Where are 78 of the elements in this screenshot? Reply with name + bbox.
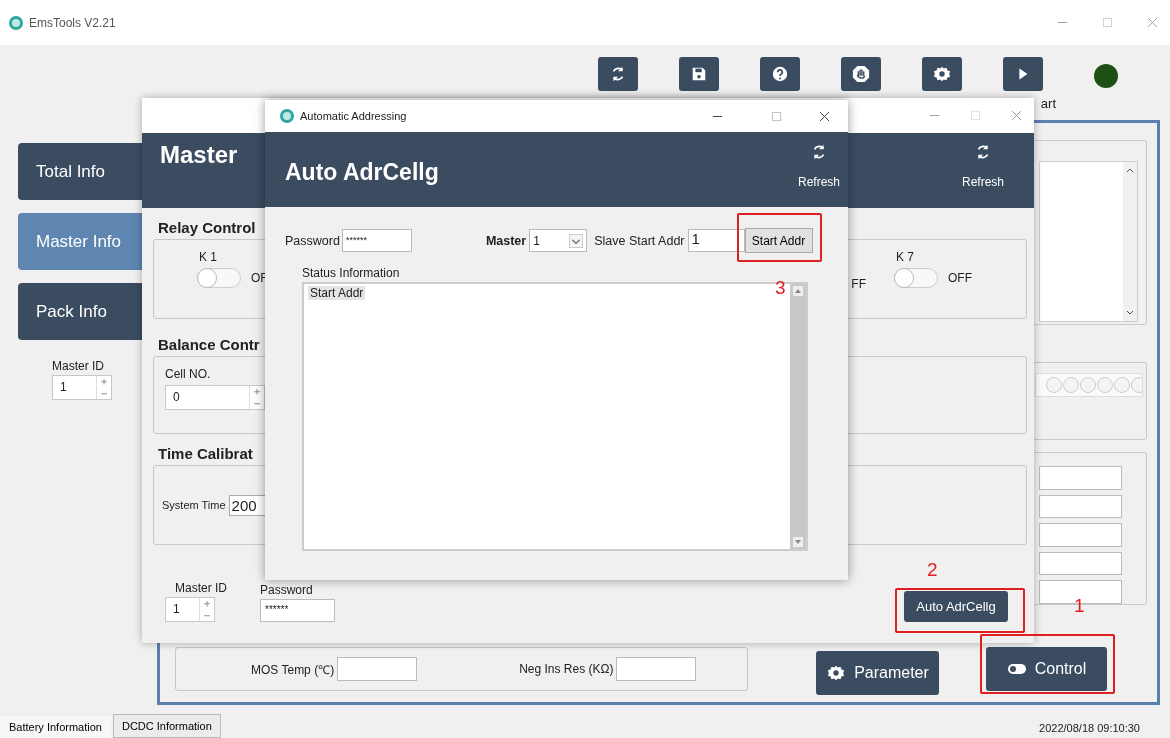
section-heading: Time Calibrat <box>158 444 253 464</box>
refresh-button[interactable]: Refresh <box>797 132 840 207</box>
window-title: Automatic Addressing <box>300 110 407 122</box>
date-time: 2022/08/18 09:10:30 <box>1039 722 1140 734</box>
start-address-button[interactable]: Start Addr <box>744 228 813 253</box>
sidebar-tab[interactable]: Total Info <box>18 143 142 200</box>
window-title: EmsTools V2.21 <box>29 15 116 30</box>
maximize-icon[interactable] <box>771 110 782 122</box>
step-number: 2 <box>927 560 938 580</box>
bottom-tab[interactable]: Battery Information <box>0 716 111 738</box>
sidebar-tab[interactable]: Master Info <box>18 213 142 270</box>
plus-icon[interactable] <box>100 378 108 386</box>
field-label: Status Information <box>302 266 400 280</box>
button-label: art <box>1040 96 1056 111</box>
refresh-button[interactable] <box>598 57 638 91</box>
input-field[interactable] <box>1039 494 1122 519</box>
save-icon <box>690 65 708 83</box>
field-label: Slave Start Addr <box>594 233 685 248</box>
settings-button[interactable] <box>922 57 962 91</box>
section-heading: Relay Control <box>158 218 256 238</box>
auto-addressing-button[interactable]: Auto AdrCellg <box>904 591 1008 622</box>
field-label: Password <box>285 233 340 248</box>
scrollbar[interactable] <box>790 284 806 549</box>
input-field[interactable] <box>1039 551 1122 576</box>
field-label: Master <box>485 233 527 248</box>
field-label: Cell NO. <box>165 367 211 381</box>
maximize-icon[interactable] <box>970 110 981 121</box>
plus-icon[interactable] <box>253 388 261 396</box>
scrollbar[interactable] <box>1123 162 1137 321</box>
switch-label: K 7 <box>896 250 915 264</box>
field-label: System Time <box>162 499 226 511</box>
toggle-switch[interactable] <box>197 268 241 288</box>
dialog-heading: Auto AdrCellg <box>285 159 439 187</box>
field-label: Master ID <box>175 581 227 595</box>
save-button[interactable] <box>679 57 719 91</box>
help-icon <box>771 65 789 83</box>
panel-heading: Master <box>160 141 238 169</box>
control-button[interactable]: Control <box>986 647 1107 691</box>
refresh-button[interactable]: Refresh <box>961 133 1004 189</box>
input-field[interactable] <box>337 657 418 681</box>
spin-box[interactable]: 0 <box>165 385 265 410</box>
plus-icon[interactable] <box>203 600 211 608</box>
close-icon[interactable] <box>819 110 830 122</box>
app-logo-icon <box>279 108 295 124</box>
gear-icon <box>826 664 847 682</box>
field-label: Neg Ins Res (KΩ) <box>519 662 614 676</box>
input-field[interactable] <box>1039 466 1122 490</box>
stop-button[interactable] <box>841 57 881 91</box>
switch-state: FF <box>851 277 866 291</box>
sidebar-tab[interactable]: Pack Info <box>18 283 142 340</box>
parameter-button[interactable]: Parameter <box>816 651 939 695</box>
settings-icon <box>933 65 951 83</box>
step-number: 3 <box>775 278 786 298</box>
section-heading: Balance Contr <box>158 335 260 355</box>
hand-icon <box>852 65 870 83</box>
spin-box[interactable]: 1 <box>52 375 112 400</box>
step-number: 1 <box>1074 596 1085 616</box>
maximize-icon[interactable] <box>1102 17 1113 28</box>
input-field[interactable] <box>616 657 697 681</box>
scroll-down-icon[interactable] <box>793 537 803 547</box>
status-indicator <box>1094 64 1118 88</box>
field-label: MOS Temp (℃) <box>251 661 335 678</box>
switch-label: K 1 <box>199 250 218 264</box>
scroll-up-icon[interactable] <box>793 286 803 296</box>
field-label: Master ID <box>52 359 104 373</box>
app-logo-icon <box>8 14 24 31</box>
bottom-tab[interactable]: DCDC Information <box>112 714 221 738</box>
input-field[interactable]: 1 <box>687 229 745 252</box>
dropdown[interactable]: 1 <box>529 229 588 252</box>
field-label: Password <box>260 583 314 597</box>
password-field[interactable]: ****** <box>260 599 335 622</box>
password-field[interactable]: ****** <box>341 229 412 252</box>
play-button[interactable] <box>1003 57 1043 91</box>
toggle-switch[interactable] <box>894 268 938 288</box>
input-field[interactable] <box>1039 523 1122 547</box>
spin-box[interactable]: 1 <box>165 597 215 622</box>
help-button[interactable] <box>760 57 800 91</box>
switch-state: OFF <box>948 271 972 285</box>
